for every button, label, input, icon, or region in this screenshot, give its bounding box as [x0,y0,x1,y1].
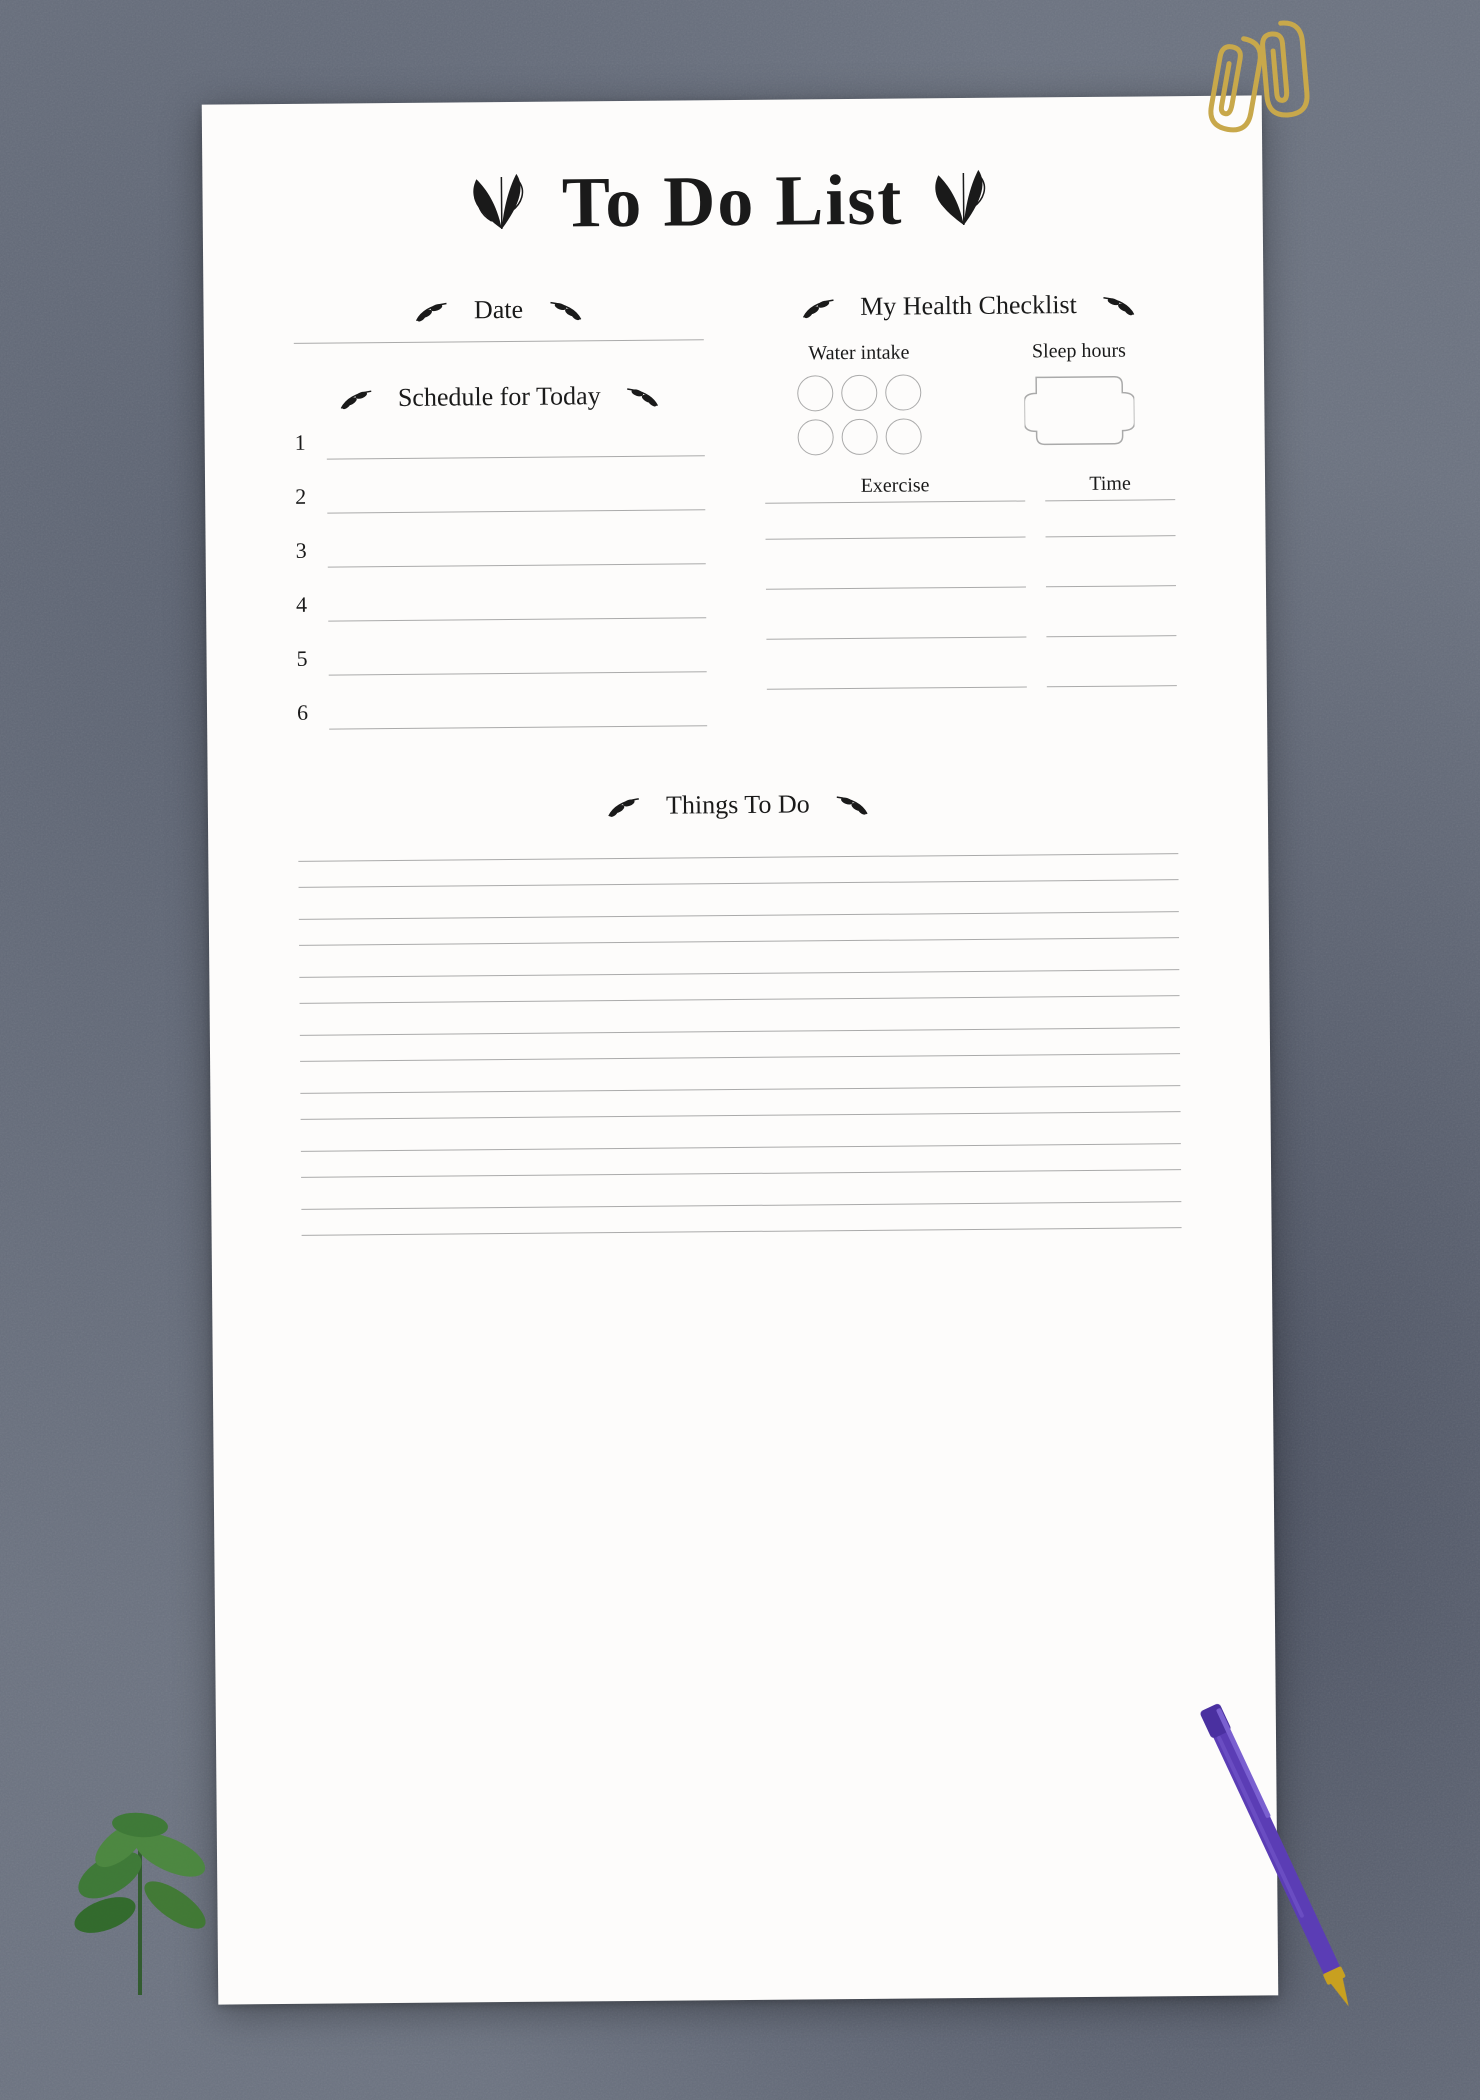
exercise-row-4 [767,658,1177,690]
water-circle-3[interactable] [885,374,921,410]
things-line-2a[interactable] [299,890,1179,920]
main-title: To Do List [562,159,904,245]
paper-sheet: To Do List Date [202,95,1279,2004]
things-line-4a[interactable] [300,1006,1180,1036]
schedule-section: Schedule for Today 1 2 [294,380,707,730]
exercise-section: Exercise Time [765,472,1177,690]
schedule-item-3: 3 [296,534,706,568]
schedule-line-1[interactable] [327,428,705,459]
sleep-col: Sleep hours [984,339,1175,449]
schedule-item-5: 5 [296,642,706,676]
health-left-branch [798,292,848,322]
things-line-1b[interactable] [298,858,1178,888]
exercise-time-3[interactable] [1046,608,1176,637]
things-line-3b[interactable] [299,974,1179,1004]
exercise-name-4[interactable] [767,659,1027,689]
exercise-name-2[interactable] [766,559,1026,589]
page-title-section: To Do List [292,156,1173,247]
time-label: Time [1045,472,1175,496]
things-line-6b[interactable] [301,1148,1181,1178]
things-line-2b[interactable] [299,916,1179,946]
exercise-row-2 [766,558,1176,590]
water-circle-1[interactable] [797,375,833,411]
water-circle-6[interactable] [885,418,921,454]
exercise-name-3[interactable] [766,609,1026,639]
exercise-row-3 [766,608,1176,640]
things-line-group-3 [299,948,1179,1004]
health-right-branch [1089,289,1139,319]
schedule-label: Schedule for Today [398,381,601,413]
schedule-left-branch [336,383,386,413]
health-label: My Health Checklist [860,290,1077,322]
schedule-line-5[interactable] [328,644,706,675]
schedule-line-4[interactable] [328,590,706,621]
water-sleep-section: Water intake Sleep hours [764,339,1175,456]
things-line-6a[interactable] [301,1122,1181,1152]
things-header: Things To Do [298,786,1178,824]
schedule-header: Schedule for Today [294,380,704,414]
date-left-branch [412,295,462,325]
things-line-1a[interactable] [298,832,1178,862]
things-line-7a[interactable] [301,1180,1181,1210]
water-circle-2[interactable] [841,375,877,411]
schedule-line-6[interactable] [329,698,707,729]
right-column: My Health Checklist Water intake [763,289,1177,750]
exercise-label: Exercise [765,473,1025,498]
schedule-num-3: 3 [296,538,316,568]
left-leaf-decoration [462,168,543,239]
water-circle-5[interactable] [841,419,877,455]
things-label: Things To Do [666,789,810,820]
schedule-line-2[interactable] [327,482,705,513]
schedule-num-6: 6 [297,700,317,730]
water-circles [764,374,955,456]
exercise-time-1[interactable] [1045,508,1175,537]
date-header: Date [293,293,703,327]
things-line-group-2 [299,890,1179,946]
date-section: Date [293,293,703,344]
things-left-branch [604,791,654,821]
schedule-right-branch [613,381,663,411]
date-line [294,339,704,344]
things-line-group-1 [298,832,1178,888]
exercise-name-1[interactable] [765,509,1025,539]
things-line-group-4 [300,1006,1180,1062]
left-column: Date [293,293,707,754]
schedule-num-4: 4 [296,592,316,622]
water-label: Water intake [764,341,954,366]
exercise-row-1 [765,508,1175,540]
plant-decoration [60,1715,220,2000]
things-line-3a[interactable] [299,948,1179,978]
things-line-5b[interactable] [300,1090,1180,1120]
things-line-7b[interactable] [301,1206,1181,1236]
schedule-item-1: 1 [295,426,705,460]
date-label: Date [474,295,523,325]
water-circle-4[interactable] [797,419,833,455]
things-line-group-5 [300,1064,1180,1120]
sleep-label: Sleep hours [984,339,1174,364]
exercise-time-4[interactable] [1047,658,1177,687]
schedule-num-1: 1 [295,430,315,460]
things-line-5a[interactable] [300,1064,1180,1094]
exercise-time-2[interactable] [1046,558,1176,587]
sleep-box[interactable] [1024,373,1135,449]
exercise-header: Exercise Time [765,472,1175,504]
schedule-item-2: 2 [295,480,705,514]
things-line-4b[interactable] [300,1032,1180,1062]
things-line-group-7 [301,1180,1181,1236]
schedule-line-3[interactable] [328,536,706,567]
date-right-branch [535,294,585,324]
schedule-item-4: 4 [296,588,706,622]
schedule-num-5: 5 [296,646,316,676]
health-header: My Health Checklist [763,289,1173,323]
water-col: Water intake [764,341,955,456]
schedule-num-2: 2 [295,484,315,514]
things-lines [298,832,1181,1236]
things-line-group-6 [301,1122,1181,1178]
things-right-branch [822,789,872,819]
right-leaf-decoration [923,164,1004,235]
schedule-item-6: 6 [297,696,707,730]
things-section: Things To Do [298,786,1182,1236]
